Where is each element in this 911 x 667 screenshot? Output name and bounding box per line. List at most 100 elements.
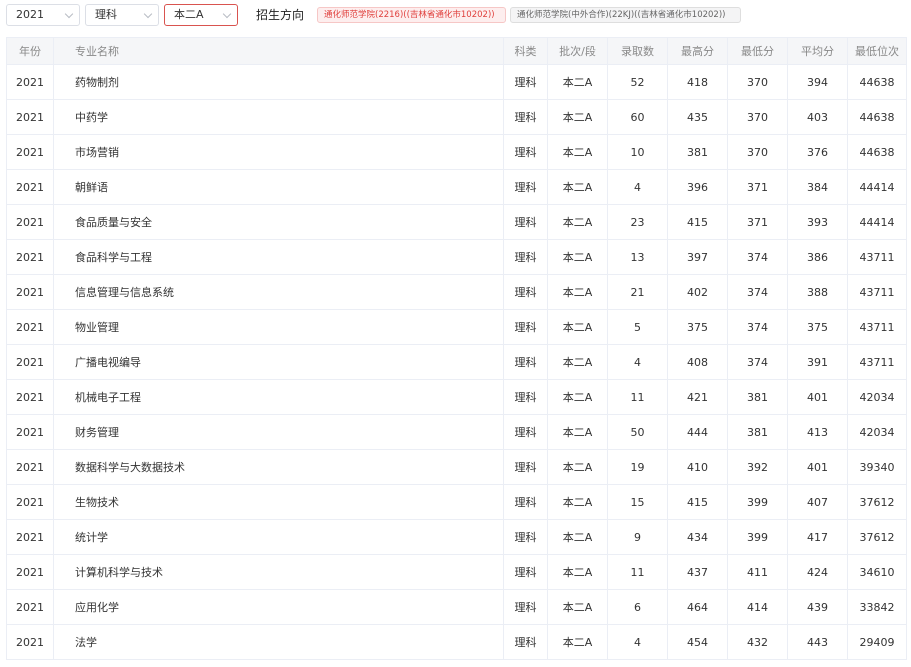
col-major-name-cell: 药物制剂 (53, 64, 504, 100)
col-admitted-count-cell: 9 (607, 519, 668, 555)
col-avg-score-cell: 386 (787, 239, 848, 275)
table-row: 2021 食品科学与工程 理科 本二A 13 397 374 386 43711 (6, 239, 907, 275)
col-avg-score-cell: 384 (787, 169, 848, 205)
table-row: 2021 计算机科学与技术 理科 本二A 11 437 411 424 34610 (6, 554, 907, 590)
col-subject-cell: 理科 (503, 274, 548, 310)
col-max-score-cell: 415 (667, 204, 728, 240)
col-batch-cell: 本二A (547, 134, 608, 170)
col-year-cell: 2021 (6, 204, 54, 240)
table-row: 2021 生物技术 理科 本二A 15 415 399 407 37612 (6, 484, 907, 520)
col-min-rank-cell: 43711 (847, 274, 907, 310)
col-subject-cell: 理科 (503, 379, 548, 415)
col-max-score-cell: 381 (667, 134, 728, 170)
col-major-name-cell: 财务管理 (53, 414, 504, 450)
col-min-score-cell: 399 (727, 484, 788, 520)
direction-tag-main[interactable]: 通化师范学院(2216)((吉林省通化市10202)) (317, 7, 506, 23)
col-major-name-cell: 食品质量与安全 (53, 204, 504, 240)
col-min-score-cell: 392 (727, 449, 788, 485)
col-min-score-cell: 374 (727, 239, 788, 275)
col-year-cell: 2021 (6, 64, 54, 100)
col-min-rank-cell: 39340 (847, 449, 907, 485)
col-batch-cell: 本二A (547, 344, 608, 380)
table-row: 2021 中药学 理科 本二A 60 435 370 403 44638 (6, 99, 907, 135)
col-subject-cell: 理科 (503, 624, 548, 660)
col-year-cell: 2021 (6, 239, 54, 275)
year-select[interactable]: 2021 (6, 4, 80, 26)
col-min-score-header: 最低分 (727, 37, 788, 65)
col-subject-cell: 理科 (503, 309, 548, 345)
table-body: 2021 药物制剂 理科 本二A 52 418 370 394 44638 2021 中药学 理科 本二… (6, 64, 907, 660)
col-year-cell: 2021 (6, 169, 54, 205)
col-major-name-header: 专业名称 (53, 37, 504, 65)
col-avg-score-cell: 393 (787, 204, 848, 240)
col-batch-cell: 本二A (547, 589, 608, 625)
col-min-rank-header: 最低位次 (847, 37, 907, 65)
col-year-cell: 2021 (6, 99, 54, 135)
col-admitted-count-cell: 5 (607, 309, 668, 345)
col-max-score-cell: 396 (667, 169, 728, 205)
col-major-name-cell: 生物技术 (53, 484, 504, 520)
col-subject-cell: 理科 (503, 414, 548, 450)
col-year-cell: 2021 (6, 484, 54, 520)
table-row: 2021 应用化学 理科 本二A 6 464 414 439 33842 (6, 589, 907, 625)
col-batch-cell: 本二A (547, 449, 608, 485)
col-admitted-count-cell: 23 (607, 204, 668, 240)
table-row: 2021 财务管理 理科 本二A 50 444 381 413 42034 (6, 414, 907, 450)
admission-score-table: 年份 专业名称 科类 批次/段 录取数 最高分 最低分 平均分 最低位次 2021 药物制剂 理科本… (6, 37, 907, 660)
col-batch-cell: 本二A (547, 414, 608, 450)
direction-tag-joint[interactable]: 通化师范学院(中外合作)(22KJ)((吉林省通化市10202)) (510, 7, 741, 23)
direction-label: 招生方向 (256, 8, 305, 22)
col-min-score-cell: 370 (727, 99, 788, 135)
col-year-cell: 2021 (6, 379, 54, 415)
col-max-score-cell: 408 (667, 344, 728, 380)
col-max-score-cell: 415 (667, 484, 728, 520)
col-batch-cell: 本二A (547, 99, 608, 135)
col-min-score-cell: 370 (727, 64, 788, 100)
col-batch-cell: 本二A (547, 484, 608, 520)
col-admitted-count-cell: 11 (607, 554, 668, 590)
col-min-rank-cell: 43711 (847, 239, 907, 275)
col-min-score-cell: 370 (727, 134, 788, 170)
col-admitted-count-cell: 4 (607, 344, 668, 380)
col-subject-cell: 理科 (503, 449, 548, 485)
col-year-cell: 2021 (6, 344, 54, 380)
batch-select[interactable]: 本二A (164, 4, 238, 26)
chevron-down-icon (143, 9, 153, 19)
filter-toolbar: 2021 理科 本二A 招生方向 通化师范学院(2216)((吉林省通化市102… (0, 0, 911, 36)
col-batch-cell: 本二A (547, 274, 608, 310)
col-min-score-cell: 414 (727, 589, 788, 625)
col-batch-cell: 本二A (547, 239, 608, 275)
col-major-name-cell: 市场营销 (53, 134, 504, 170)
col-avg-score-cell: 407 (787, 484, 848, 520)
table-row: 2021 市场营销 理科 本二A 10 381 370 376 44638 (6, 134, 907, 170)
table-row: 2021 法学 理科 本二A 4 454 432 443 29409 (6, 624, 907, 660)
col-max-score-cell: 464 (667, 589, 728, 625)
col-subject-cell: 理科 (503, 589, 548, 625)
col-subject-cell: 理科 (503, 484, 548, 520)
col-max-score-cell: 435 (667, 99, 728, 135)
col-min-score-cell: 374 (727, 274, 788, 310)
col-admitted-count-cell: 10 (607, 134, 668, 170)
chevron-down-icon (222, 9, 232, 19)
col-batch-cell: 本二A (547, 554, 608, 590)
subject-select[interactable]: 理科 (85, 4, 159, 26)
col-min-rank-cell: 42034 (847, 414, 907, 450)
col-subject-cell: 理科 (503, 204, 548, 240)
col-year-cell: 2021 (6, 554, 54, 590)
col-admitted-count-cell: 52 (607, 64, 668, 100)
col-admitted-count-cell: 4 (607, 624, 668, 660)
col-min-score-cell: 399 (727, 519, 788, 555)
col-avg-score-cell: 391 (787, 344, 848, 380)
col-admitted-count-cell: 15 (607, 484, 668, 520)
col-year-cell: 2021 (6, 519, 54, 555)
col-batch-cell: 本二A (547, 379, 608, 415)
col-subject-cell: 理科 (503, 134, 548, 170)
table-row: 2021 朝鲜语 理科 本二A 4 396 371 384 44414 (6, 169, 907, 205)
col-min-rank-cell: 29409 (847, 624, 907, 660)
table-header-row: 年份 专业名称 科类 批次/段 录取数 最高分 最低分 平均分 最低位次 (6, 37, 907, 65)
col-major-name-cell: 信息管理与信息系统 (53, 274, 504, 310)
table-row: 2021 广播电视编导 理科 本二A 4 408 374 391 43711 (6, 344, 907, 380)
col-avg-score-cell: 417 (787, 519, 848, 555)
col-batch-cell: 本二A (547, 169, 608, 205)
col-min-score-cell: 374 (727, 309, 788, 345)
